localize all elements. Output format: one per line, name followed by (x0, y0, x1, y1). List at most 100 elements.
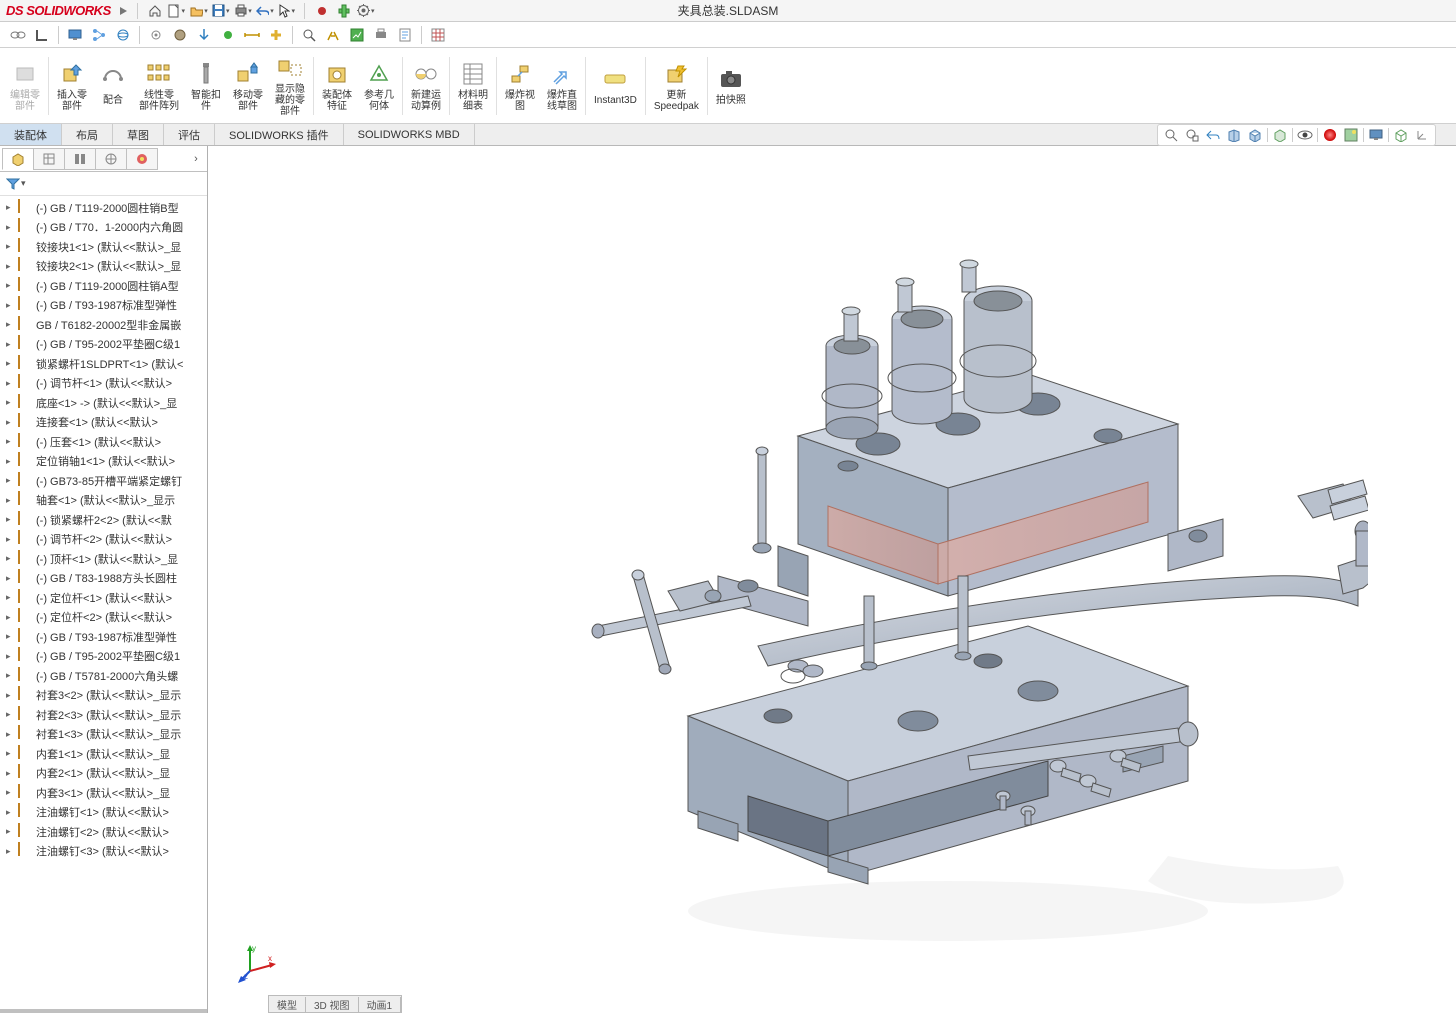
tree-item[interactable]: ▸轴套<1> (默认<<默认>_显示 (0, 491, 207, 511)
expand-icon[interactable]: ▸ (6, 592, 16, 603)
zoom-fit-icon[interactable] (1162, 126, 1180, 144)
graphics-viewport[interactable]: y x z 模型 3D 视图 动画1 (208, 146, 1456, 1013)
ribbon-edit-component[interactable]: 编辑零 部件 (4, 52, 46, 120)
tree-item[interactable]: ▸内套2<1> (默认<<默认>_显 (0, 764, 207, 784)
tree-item[interactable]: ▸铰接块2<1> (默认<<默认>_显 (0, 257, 207, 277)
monitor-icon[interactable] (65, 25, 85, 45)
tree-item[interactable]: ▸锁紧螺杆1SLDPRT<1> (默认< (0, 354, 207, 374)
panel-tab-feature-tree[interactable] (2, 148, 34, 170)
edit-appearance-icon[interactable] (1321, 126, 1339, 144)
expand-icon[interactable]: ▸ (6, 768, 16, 779)
ribbon-smart-fastener[interactable]: 智能扣 件 (185, 52, 227, 120)
tree-item[interactable]: ▸(-) 压套<1> (默认<<默认> (0, 432, 207, 452)
expand-icon[interactable]: ▸ (6, 729, 16, 740)
bottom-tab-model[interactable]: 模型 (269, 997, 306, 1012)
panel-tab-property[interactable] (33, 148, 65, 170)
section-view-icon[interactable] (1225, 126, 1243, 144)
tab-sw-mbd[interactable]: SOLIDWORKS MBD (344, 124, 475, 145)
panel-tab-dimxpert[interactable] (95, 148, 127, 170)
tree-item[interactable]: ▸内套3<1> (默认<<默认>_显 (0, 783, 207, 803)
tree-item[interactable]: ▸GB / T6182-20002型非金属嵌 (0, 315, 207, 335)
arrow-down-icon[interactable] (194, 25, 214, 45)
isometric-box-icon[interactable] (1392, 126, 1410, 144)
home-icon[interactable] (146, 2, 164, 20)
tree-item[interactable]: ▸衬套2<3> (默认<<默认>_显示 (0, 705, 207, 725)
link-icon[interactable] (8, 25, 28, 45)
tree-item[interactable]: ▸(-) GB / T95-2002平垫圈C级1 (0, 647, 207, 667)
tree-item[interactable]: ▸底座<1> -> (默认<<默认>_显 (0, 393, 207, 413)
tree-item[interactable]: ▸(-) GB / T93-1987标准型弹性 (0, 296, 207, 316)
expand-icon[interactable]: ▸ (6, 456, 16, 467)
tab-sw-addins[interactable]: SOLIDWORKS 插件 (215, 124, 344, 145)
plus-icon[interactable] (266, 25, 286, 45)
open-icon[interactable] (190, 2, 208, 20)
gear2-icon[interactable] (170, 25, 190, 45)
view3d-icon[interactable] (113, 25, 133, 45)
expand-icon[interactable]: ▸ (6, 748, 16, 759)
ribbon-insert-component[interactable]: 插入零 部件 (51, 52, 93, 120)
ribbon-snapshot[interactable]: 拍快照 (710, 52, 752, 120)
expand-icon[interactable]: ▸ (6, 534, 16, 545)
expand-icon[interactable]: ▸ (6, 475, 16, 486)
expand-icon[interactable]: ▸ (6, 553, 16, 564)
expand-icon[interactable]: ▸ (6, 787, 16, 798)
corner-icon[interactable] (32, 25, 52, 45)
hide-show-icon[interactable] (1296, 126, 1314, 144)
chart-icon[interactable] (347, 25, 367, 45)
print2-icon[interactable] (371, 25, 391, 45)
sheet-icon[interactable] (395, 25, 415, 45)
options-icon[interactable] (357, 2, 375, 20)
tree-filter[interactable]: ▾ (0, 172, 207, 196)
tree-item[interactable]: ▸(-) 调节杆<1> (默认<<默认> (0, 374, 207, 394)
search-icon[interactable] (299, 25, 319, 45)
expand-icon[interactable]: ▸ (6, 709, 16, 720)
expand-icon[interactable]: ▸ (6, 280, 16, 291)
expand-icon[interactable]: ▸ (6, 495, 16, 506)
tree-item[interactable]: ▸连接套<1> (默认<<默认> (0, 413, 207, 433)
ribbon-mate[interactable]: 配合 (93, 52, 133, 120)
tree-item[interactable]: ▸(-) GB / T93-1987标准型弹性 (0, 627, 207, 647)
expand-icon[interactable]: ▸ (6, 417, 16, 428)
expand-icon[interactable]: ▸ (6, 631, 16, 642)
tree-item[interactable]: ▸(-) GB / T83-1988方头长圆柱 (0, 569, 207, 589)
display-style-icon[interactable] (1271, 126, 1289, 144)
gear-icon[interactable] (146, 25, 166, 45)
tree-item[interactable]: ▸(-) GB / T119-2000圆柱销B型 (0, 198, 207, 218)
go-icon[interactable] (218, 25, 238, 45)
expand-icon[interactable]: ▸ (6, 222, 16, 233)
expand-icon[interactable]: ▸ (6, 612, 16, 623)
ribbon-reference-geometry[interactable]: 参考几 何体 (358, 52, 400, 120)
tree-item[interactable]: ▸(-) 顶杆<1> (默认<<默认>_显 (0, 549, 207, 569)
expand-icon[interactable]: ▸ (6, 300, 16, 311)
grid-icon[interactable] (428, 25, 448, 45)
rebuild-icon[interactable] (335, 2, 353, 20)
ribbon-speedpak[interactable]: 更新 Speedpak (648, 52, 705, 120)
expand-icon[interactable]: ▸ (6, 826, 16, 837)
tab-layout[interactable]: 布局 (62, 124, 113, 145)
feature-tree[interactable]: ▸(-) GB / T119-2000圆柱销B型▸(-) GB / T70．1-… (0, 196, 207, 1009)
tab-sketch[interactable]: 草图 (113, 124, 164, 145)
tree-item[interactable]: ▸(-) GB / T5781-2000六角头螺 (0, 666, 207, 686)
ribbon-explode-sketch[interactable]: 爆炸直 线草图 (541, 52, 583, 120)
expand-icon[interactable]: ▸ (6, 378, 16, 389)
print-icon[interactable] (234, 2, 252, 20)
tree-item[interactable]: ▸衬套1<3> (默认<<默认>_显示 (0, 725, 207, 745)
expand-icon[interactable]: ▸ (6, 241, 16, 252)
expand-icon[interactable]: ▸ (6, 358, 16, 369)
bottom-tab-3dview[interactable]: 3D 视图 (306, 997, 359, 1012)
view-orientation-icon[interactable] (1246, 126, 1264, 144)
measure-icon[interactable] (242, 25, 262, 45)
prev-view-icon[interactable] (1204, 126, 1222, 144)
save-icon[interactable] (212, 2, 230, 20)
tree-item[interactable]: ▸(-) 锁紧螺杆2<2> (默认<<默 (0, 510, 207, 530)
tree-item[interactable]: ▸(-) 定位杆<1> (默认<<默认> (0, 588, 207, 608)
tab-assembly[interactable]: 装配体 (0, 124, 62, 145)
expand-icon[interactable]: ▸ (6, 514, 16, 525)
tree-item[interactable]: ▸(-) 定位杆<2> (默认<<默认> (0, 608, 207, 628)
expand-icon[interactable]: ▸ (6, 690, 16, 701)
tree-item[interactable]: ▸注油螺钉<1> (默认<<默认> (0, 803, 207, 823)
bottom-tab-anim1[interactable]: 动画1 (359, 997, 402, 1012)
menu-expand-icon[interactable] (115, 3, 131, 19)
panel-resize-bar[interactable] (0, 1009, 207, 1013)
caliper-icon[interactable] (323, 25, 343, 45)
